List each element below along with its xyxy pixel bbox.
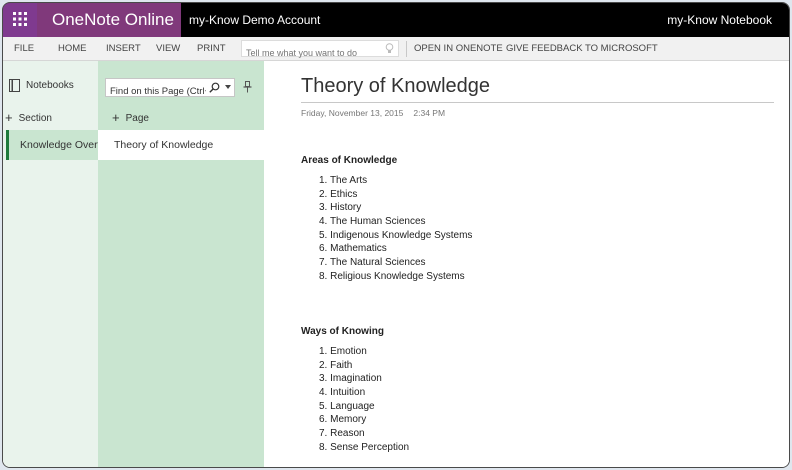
page-item-label: Theory of Knowledge <box>114 139 214 151</box>
tell-me-box[interactable] <box>241 40 399 61</box>
app-launcher-button[interactable] <box>3 3 37 37</box>
section-navigation: Notebooks + Section Knowledge Overv <box>3 61 100 467</box>
notebook-name[interactable]: my-Know Notebook <box>667 3 772 37</box>
page-time: 2:34 PM <box>413 108 446 118</box>
ribbon-separator <box>406 41 407 57</box>
tell-me-input[interactable] <box>242 45 384 61</box>
waffle-icon <box>13 12 27 26</box>
add-section-label: Section <box>18 113 52 124</box>
list-item[interactable]: 5. Indigenous Knowledge Systems <box>319 229 472 243</box>
list-item[interactable]: 3. History <box>319 201 472 215</box>
page-timestamp: Friday, November 13, 2015 2:34 PM <box>301 108 445 118</box>
list-item[interactable]: 4. The Human Sciences <box>319 215 472 229</box>
account-name[interactable]: my-Know Demo Account <box>189 3 320 37</box>
lightbulb-icon <box>385 43 394 53</box>
title-divider <box>301 102 774 103</box>
find-on-page-input[interactable] <box>106 83 206 100</box>
add-page-button[interactable]: + Page <box>112 110 149 125</box>
notebooks-button[interactable]: Notebooks <box>9 79 74 92</box>
find-on-page-box[interactable] <box>105 78 235 100</box>
list-item[interactable]: 5. Language <box>319 400 409 414</box>
tab-insert[interactable]: INSERT <box>106 37 141 61</box>
plus-icon: + <box>112 110 120 125</box>
list-item[interactable]: 6. Memory <box>319 413 409 427</box>
tab-file[interactable]: FILE <box>14 37 34 61</box>
list-item[interactable]: 2. Faith <box>319 359 409 373</box>
section-item-label: Knowledge Overv <box>20 139 100 151</box>
list-item[interactable]: 1. Emotion <box>319 345 409 359</box>
ribbon: FILE HOME INSERT VIEW PRINT OPEN IN ONEN… <box>3 37 789 61</box>
list-item[interactable]: 8. Sense Perception <box>319 441 409 455</box>
list-item[interactable]: 3. Imagination <box>319 372 409 386</box>
notebook-icon <box>9 79 20 92</box>
page-title[interactable]: Theory of Knowledge <box>301 75 490 98</box>
page-navigation: + Page Theory of Knowledge <box>98 61 264 467</box>
add-section-button[interactable]: + Section <box>5 110 52 125</box>
list-item[interactable]: 1. The Arts <box>319 174 472 188</box>
section-item-knowledge-overview[interactable]: Knowledge Overv <box>6 130 100 160</box>
tab-view[interactable]: VIEW <box>156 37 180 61</box>
list-ways-of-knowing: 1. Emotion 2. Faith 3. Imagination 4. In… <box>319 345 409 455</box>
page-canvas[interactable]: Theory of Knowledge Friday, November 13,… <box>264 61 789 467</box>
onenote-window: OneNote Online my-Know Demo Account my-K… <box>2 2 790 468</box>
list-item[interactable]: 7. Reason <box>319 427 409 441</box>
give-feedback-button[interactable]: GIVE FEEDBACK TO MICROSOFT <box>506 37 658 61</box>
plus-icon: + <box>5 110 13 125</box>
title-bar: OneNote Online my-Know Demo Account my-K… <box>3 3 789 37</box>
list-item[interactable]: 6. Mathematics <box>319 242 472 256</box>
list-item[interactable]: 4. Intuition <box>319 386 409 400</box>
list-areas-of-knowledge: 1. The Arts 2. Ethics 3. History 4. The … <box>319 174 472 284</box>
page-item-theory-of-knowledge[interactable]: Theory of Knowledge <box>98 130 264 160</box>
tab-home[interactable]: HOME <box>58 37 87 61</box>
add-page-label: Page <box>125 113 149 124</box>
list-item[interactable]: 8. Religious Knowledge Systems <box>319 270 472 284</box>
page-date: Friday, November 13, 2015 <box>301 108 404 118</box>
pin-icon[interactable] <box>243 81 252 93</box>
open-in-onenote-button[interactable]: OPEN IN ONENOTE <box>414 37 503 61</box>
search-icon[interactable] <box>209 82 220 93</box>
heading-areas-of-knowledge[interactable]: Areas of Knowledge <box>301 155 397 166</box>
app-name[interactable]: OneNote Online <box>37 3 181 37</box>
tab-print[interactable]: PRINT <box>197 37 226 61</box>
list-item[interactable]: 7. The Natural Sciences <box>319 256 472 270</box>
notebooks-label: Notebooks <box>26 80 74 92</box>
chevron-down-icon[interactable] <box>225 85 231 89</box>
list-item[interactable]: 2. Ethics <box>319 188 472 202</box>
heading-ways-of-knowing[interactable]: Ways of Knowing <box>301 326 384 337</box>
